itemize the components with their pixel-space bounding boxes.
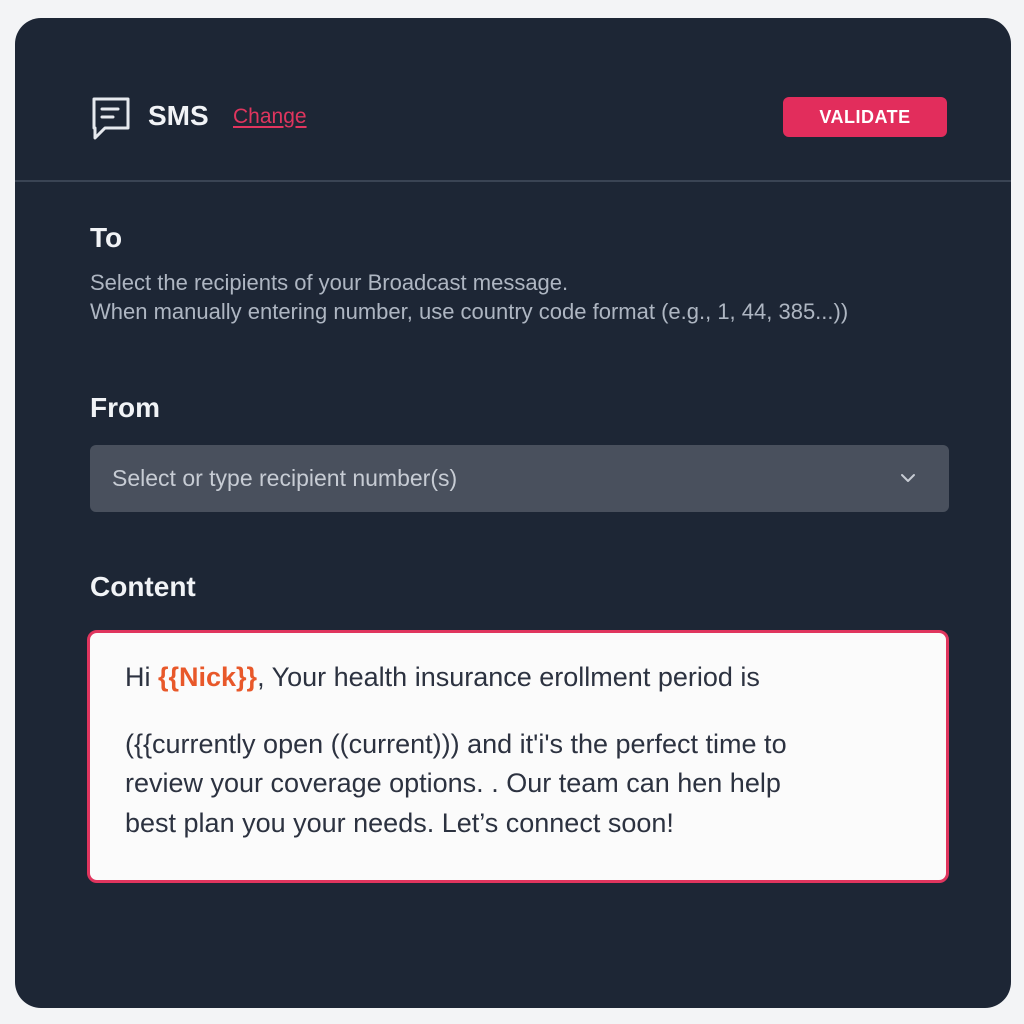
name-variable-token: {{Nick}} xyxy=(158,662,258,692)
channel-title: SMS xyxy=(148,100,209,131)
to-section-label: To xyxy=(90,222,123,253)
from-section-label: From xyxy=(90,392,160,423)
message-line-2: ({{currently open ((current))) and it'i'… xyxy=(125,729,787,759)
message-greeting: Hi xyxy=(125,662,158,692)
sms-broadcast-panel: SMS Change VALIDATE To Select the recipi… xyxy=(15,18,1011,1008)
panel-header: SMS Change VALIDATE xyxy=(15,18,1011,182)
chevron-down-icon[interactable] xyxy=(900,471,916,485)
message-content-editor[interactable]: Hi {{Nick}}, Your health insurance eroll… xyxy=(87,630,949,883)
message-line-1: Hi {{Nick}}, Your health insurance eroll… xyxy=(125,660,760,694)
to-help-line-1: Select the recipients of your Broadcast … xyxy=(90,270,569,295)
message-line-4: best plan you your needs. Let’s connect … xyxy=(125,808,674,838)
to-help-text: Select the recipients of your Broadcast … xyxy=(90,268,848,326)
message-line-3: review your coverage options. . Our team… xyxy=(125,768,781,798)
change-channel-link[interactable]: Change xyxy=(233,104,307,130)
recipient-select-placeholder: Select or type recipient number(s) xyxy=(112,465,458,491)
recipient-number-select[interactable]: Select or type recipient number(s) xyxy=(90,445,949,512)
validate-button[interactable]: VALIDATE xyxy=(783,97,947,137)
content-section-label: Content xyxy=(90,571,196,602)
message-line-1-text: , Your health insurance erollment period… xyxy=(257,662,760,692)
message-square-icon xyxy=(92,97,130,140)
to-help-line-2: When manually entering number, use count… xyxy=(90,299,849,324)
